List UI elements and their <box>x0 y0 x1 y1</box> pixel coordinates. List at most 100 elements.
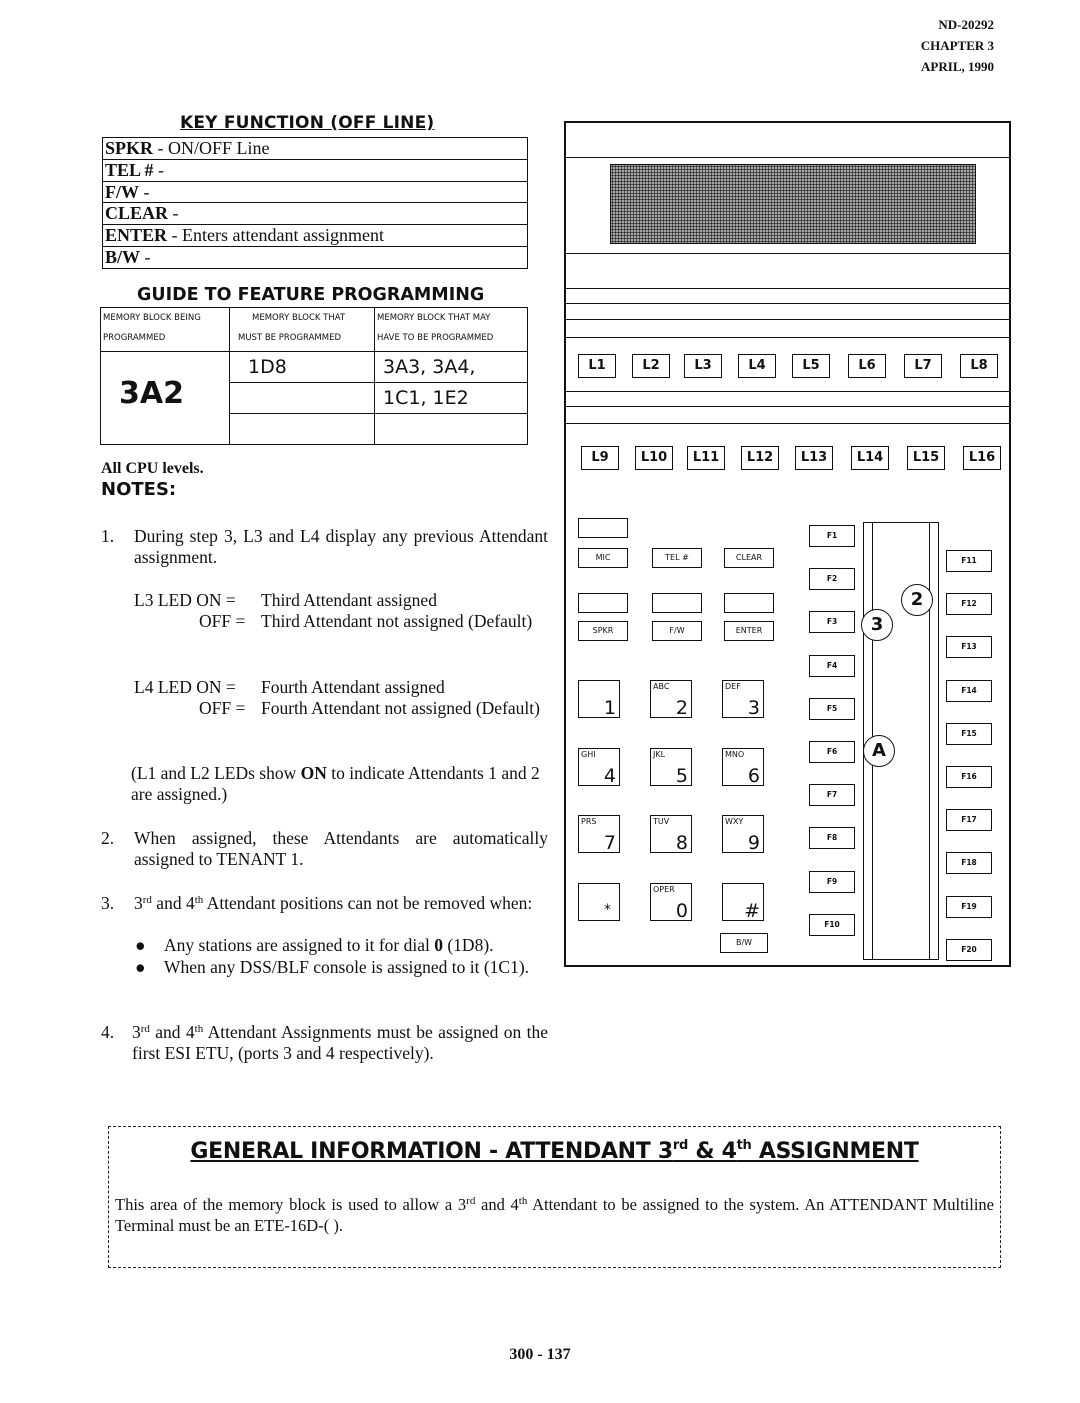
divider <box>566 303 1009 304</box>
text: (L1 and L2 LEDs show <box>131 763 301 783</box>
f-key-f10[interactable]: F10 <box>809 913 855 936</box>
key-digit: 5 <box>675 765 688 787</box>
text: (1D8). <box>442 935 494 955</box>
f-key-f11[interactable]: F11 <box>946 550 992 572</box>
line-key-l11[interactable]: L11 <box>687 446 725 470</box>
separator: - <box>153 138 169 158</box>
line-key-l10[interactable]: L10 <box>635 446 673 470</box>
key-digit: 4 <box>603 765 616 787</box>
text: Attendant positions can not be removed w… <box>203 893 533 913</box>
f-key-f12[interactable]: F12 <box>946 593 992 616</box>
divider <box>566 157 1009 158</box>
line-key-l4[interactable]: L4 <box>738 354 776 378</box>
key-function-title: KEY FUNCTION (OFF LINE) <box>180 113 435 133</box>
f-key-f17[interactable]: F17 <box>946 809 992 832</box>
dial-key-1[interactable]: 1 <box>578 680 620 719</box>
f-key-f5[interactable]: F5 <box>809 697 855 720</box>
l4-off-label: OFF = <box>199 698 246 718</box>
line-key-l13[interactable]: L13 <box>795 446 833 470</box>
key-name: TEL # <box>105 159 154 180</box>
guide-table: MEMORY BLOCK BEING PROGRAMMED 3A2 MEMORY … <box>100 307 528 445</box>
l4-off-text: Fourth Attendant not assigned (Default) <box>261 698 540 718</box>
dial-key-0[interactable]: OPER 0 <box>650 883 692 922</box>
text: and 4 <box>475 1195 519 1214</box>
f-key-f4[interactable]: F4 <box>809 654 855 677</box>
header-line: HAVE TO BE PROGRAMMED <box>377 333 494 343</box>
block-programmed: 3A2 <box>119 376 184 411</box>
key-function-row: B/W - <box>103 247 527 268</box>
key-letters: TUV <box>653 817 670 826</box>
f-key-f9[interactable]: F9 <box>809 870 855 893</box>
superscript: th <box>194 1023 204 1035</box>
key-mic[interactable]: MIC <box>578 548 628 568</box>
divider <box>566 253 1009 254</box>
key-clear[interactable]: CLEAR <box>724 548 774 568</box>
cpu-levels: All CPU levels. <box>101 460 204 477</box>
dial-key-9[interactable]: WXY 9 <box>722 815 764 854</box>
key-name: SPKR <box>105 138 154 158</box>
note-3-text: 3rd and 4th Attendant positions can not … <box>134 893 548 914</box>
line-key-l5[interactable]: L5 <box>792 354 830 378</box>
line-key-l7[interactable]: L7 <box>904 354 942 378</box>
general-information-text: This area of the memory block is used to… <box>115 1194 994 1236</box>
key-spkr[interactable]: SPKR <box>578 621 628 641</box>
guide-cell <box>230 383 374 414</box>
f-key-f19[interactable]: F19 <box>946 895 992 918</box>
dial-key-6[interactable]: MNO 6 <box>722 748 764 787</box>
f-key-f18[interactable]: F18 <box>946 852 992 875</box>
line-key-l8[interactable]: L8 <box>960 354 998 378</box>
f-key-f15[interactable]: F15 <box>946 722 992 745</box>
key-function-row: SPKR - ON/OFF Line <box>103 138 527 160</box>
key-tel[interactable]: TEL # <box>652 548 702 568</box>
note-number: 1. <box>101 526 115 546</box>
dial-key-2[interactable]: ABC 2 <box>650 680 692 719</box>
key-description: Enters attendant assignment <box>182 225 384 246</box>
dial-key-hash[interactable]: # <box>722 883 764 922</box>
dial-key-7[interactable]: PRS 7 <box>578 815 620 854</box>
key-enter[interactable]: ENTER <box>724 621 774 641</box>
header-line: PROGRAMMED <box>103 333 166 343</box>
key-letters: WXY <box>725 817 744 826</box>
line-key-l1[interactable]: L1 <box>578 354 616 378</box>
superscript: rd <box>672 1138 688 1153</box>
f-key-f3[interactable]: F3 <box>809 611 855 634</box>
line-key-l2[interactable]: L2 <box>632 354 670 378</box>
line-key-l6[interactable]: L6 <box>848 354 886 378</box>
dial-key-5[interactable]: JKL 5 <box>650 748 692 787</box>
l3-off-text: Third Attendant not assigned (Default) <box>261 611 533 631</box>
f-key-f14[interactable]: F14 <box>946 679 992 702</box>
line-key-l14[interactable]: L14 <box>851 446 889 470</box>
line-key-l15[interactable]: L15 <box>907 446 945 470</box>
l4-on-text: Fourth Attendant assigned <box>261 677 445 697</box>
l1-l2-note: (L1 and L2 LEDs show ON to indicate Atte… <box>131 763 548 805</box>
bw-key[interactable]: B/W <box>720 933 768 953</box>
f-key-f16[interactable]: F16 <box>946 766 992 788</box>
separator: - <box>139 181 150 202</box>
guide-cell: 1D8 <box>230 352 374 383</box>
note-number: 3. <box>101 893 115 913</box>
header-line: MEMORY BLOCK BEING <box>103 313 201 323</box>
f-key-f2[interactable]: F2 <box>809 568 855 591</box>
dial-key-3[interactable]: DEF 3 <box>722 680 764 719</box>
dial-key-star[interactable]: * <box>578 883 620 921</box>
guide-title: GUIDE TO FEATURE PROGRAMMING <box>137 285 485 305</box>
key-fw[interactable]: F/W <box>652 621 702 641</box>
l4-on-label: L4 LED ON = <box>134 677 236 697</box>
f-key-f8[interactable]: F8 <box>809 827 855 850</box>
f-key-f20[interactable]: F20 <box>946 938 992 961</box>
line-key-l9[interactable]: L9 <box>581 446 619 470</box>
f-key-f1[interactable]: F1 <box>809 525 855 547</box>
superscript: rd <box>466 1195 476 1207</box>
dial-key-8[interactable]: TUV 8 <box>650 815 692 854</box>
text: 3 <box>132 1022 141 1042</box>
f-key-f13[interactable]: F13 <box>946 636 992 659</box>
line-key-l16[interactable]: L16 <box>963 446 1001 470</box>
key-function-row: F/W - <box>103 182 527 204</box>
guide-cell: 1C1, 1E2 <box>375 383 527 414</box>
dial-key-4[interactable]: GHI 4 <box>578 748 620 787</box>
line-key-l3[interactable]: L3 <box>684 354 722 378</box>
telephone-diagram: L1 L2 L3 L4 L5 L6 L7 L8 L9 L10 L11 L12 L13 L14 L15 L16… <box>564 121 1011 967</box>
f-key-f6[interactable]: F6 <box>809 741 855 763</box>
line-key-l12[interactable]: L12 <box>741 446 779 470</box>
f-key-f7[interactable]: F7 <box>809 784 855 807</box>
